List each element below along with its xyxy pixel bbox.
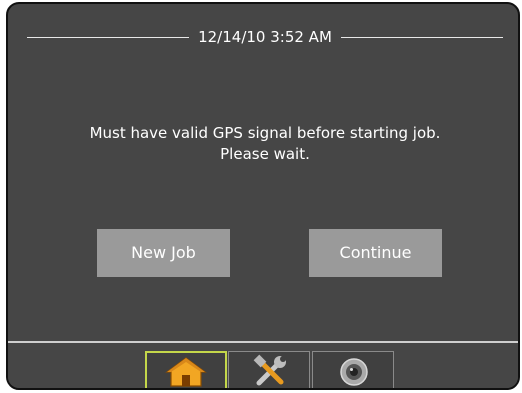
- tab-tools[interactable]: [228, 351, 310, 388]
- message-line-2: Please wait.: [220, 145, 310, 163]
- message-line-1: Must have valid GPS signal before starti…: [89, 124, 441, 142]
- tab-camera[interactable]: [312, 351, 394, 388]
- tab-home[interactable]: [145, 351, 227, 388]
- bottom-tab-bar: [8, 343, 518, 388]
- device-frame: 12/14/10 3:52 AM Must have valid GPS sig…: [6, 2, 520, 390]
- home-icon: [165, 357, 207, 387]
- new-job-button[interactable]: New Job: [97, 229, 230, 277]
- tools-icon: [253, 354, 286, 386]
- date-header: 12/14/10 3:52 AM: [17, 26, 513, 48]
- datetime-label: 12/14/10 3:52 AM: [189, 26, 341, 48]
- continue-button[interactable]: Continue: [309, 229, 442, 277]
- gps-status-message: Must have valid GPS signal before starti…: [17, 123, 513, 165]
- main-screen: 12/14/10 3:52 AM Must have valid GPS sig…: [17, 11, 513, 341]
- camera-icon: [340, 358, 368, 386]
